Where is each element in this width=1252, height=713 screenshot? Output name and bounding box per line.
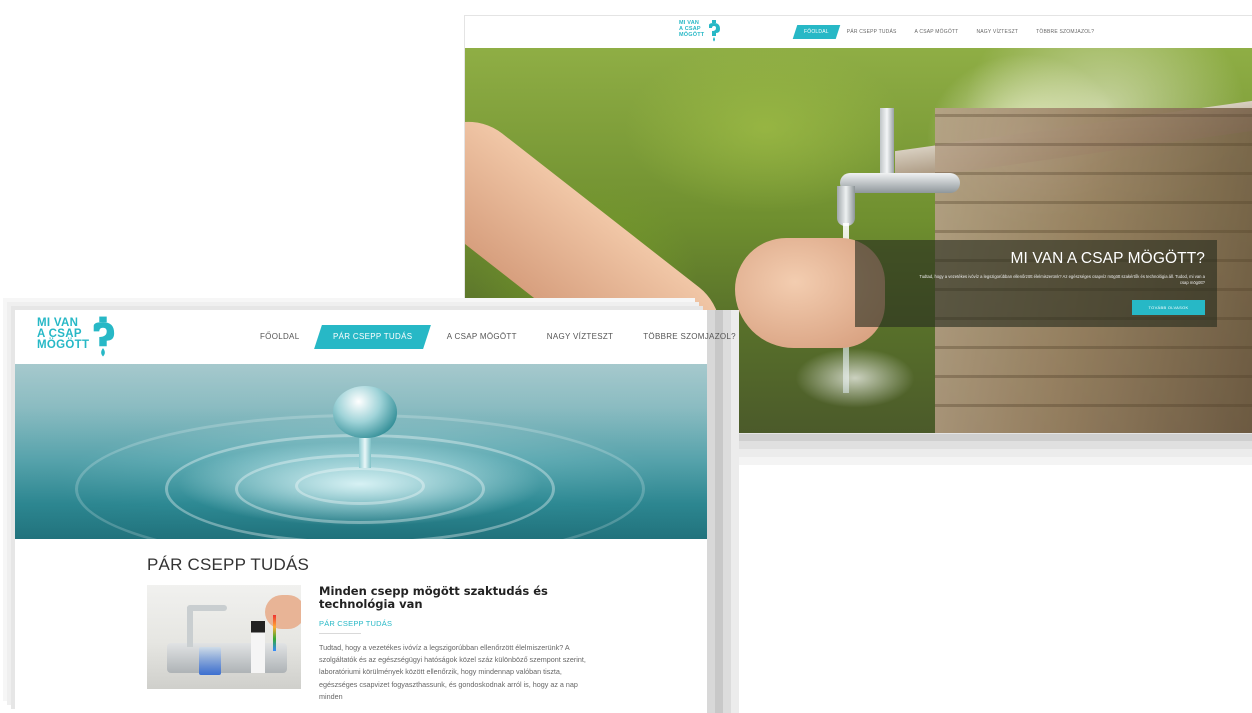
water-drop: [333, 386, 397, 438]
section-title: PÁR CSEPP TUDÁS: [147, 555, 310, 574]
content-area: PÁR CSEPP TUDÁS Minden csepp mögött szak…: [15, 539, 707, 713]
faucet-spout: [837, 186, 855, 226]
hero-image-water-drop: [15, 364, 707, 539]
nav-item-water-test[interactable]: NAGY VÍZTESZT: [532, 325, 628, 349]
mockup-stage: MI VAN A CSAP MÖGÖTT FŐOLDAL PÁR CSEPP T…: [0, 0, 1252, 713]
drop-column: [359, 438, 371, 468]
nav-item-home[interactable]: FŐOLDAL: [792, 25, 841, 39]
test-strip: [273, 615, 276, 651]
nav-item-knowledge[interactable]: PÁR CSEPP TUDÁS: [838, 25, 906, 39]
post-category-link[interactable]: PÁR CSEPP TUDÁS: [319, 619, 392, 634]
nav-item-home[interactable]: FŐOLDAL: [245, 325, 314, 349]
nav-item-knowledge[interactable]: PÁR CSEPP TUDÁS: [314, 325, 432, 349]
back-main-nav: FŐOLDAL PÁR CSEPP TUDÁS A CSAP MÖGÖTT NA…: [792, 25, 1103, 39]
front-main-nav: FŐOLDAL PÁR CSEPP TUDÁS A CSAP MÖGÖTT NA…: [245, 325, 751, 349]
front-header: MI VAN A CSAP MÖGÖTT FŐOLDAL PÁR CSEPP T…: [15, 310, 736, 364]
nav-item-behind-tap[interactable]: A CSAP MÖGÖTT: [906, 25, 968, 39]
nav-item-thirsty[interactable]: TÖBBRE SZOMJAZOL?: [628, 325, 751, 349]
test-vial: [251, 621, 265, 673]
tap: [187, 607, 193, 647]
hero-caption-box: MI VAN A CSAP MÖGÖTT? Tudtad, hogy a vez…: [855, 240, 1217, 327]
post-title[interactable]: Minden csepp mögött szaktudás és technol…: [319, 585, 584, 611]
knowledge-page-screenshot: MI VAN A CSAP MÖGÖTT FŐOLDAL PÁR CSEPP T…: [15, 310, 736, 713]
water-splash: [795, 348, 915, 408]
nav-item-water-test[interactable]: NAGY VÍZTESZT: [967, 25, 1027, 39]
post-thumbnail[interactable]: [147, 585, 301, 689]
read-more-button[interactable]: TOVÁBB OLVASOK: [1132, 300, 1205, 315]
hero-title: MI VAN A CSAP MÖGÖTT?: [1010, 250, 1205, 267]
back-header: MI VAN A CSAP MÖGÖTT FŐOLDAL PÁR CSEPP T…: [465, 16, 1252, 48]
nav-item-behind-tap[interactable]: A CSAP MÖGÖTT: [432, 325, 532, 349]
sink: [167, 643, 287, 673]
nav-item-thirsty[interactable]: TÖBBRE SZOMJAZOL?: [1027, 25, 1103, 39]
site-logo[interactable]: MI VAN A CSAP MÖGÖTT: [679, 20, 723, 44]
faucet-drop-icon: [93, 316, 115, 357]
post-excerpt: Tudtad, hogy a vezetékes ivóvíz a legszi…: [319, 643, 586, 701]
tap-spout: [187, 605, 227, 611]
hand: [265, 595, 301, 629]
site-logo[interactable]: MI VAN A CSAP MÖGÖTT: [37, 316, 117, 358]
hero-text: Tudtad, hogy a vezetékes ivóvíz a legszi…: [919, 274, 1205, 285]
water-glass: [199, 647, 221, 675]
faucet-body: [840, 173, 960, 193]
faucet-drop-icon: [709, 20, 720, 42]
